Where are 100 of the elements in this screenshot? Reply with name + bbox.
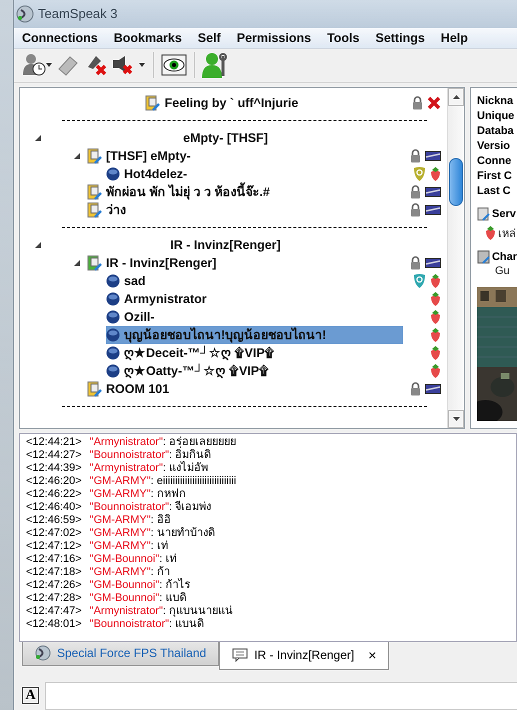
- strawberry-icon: [430, 166, 441, 181]
- info-label: Versio: [477, 138, 512, 154]
- section-heading: Serv: [492, 206, 516, 222]
- chat-message: <12:47:26> "GM-Bounnoi": ก้าไร: [26, 578, 192, 592]
- banner-icon: [425, 204, 441, 215]
- client-status-icon: [106, 166, 120, 181]
- client-row[interactable]: ღ★Oatty-™┘☆ღ ۩VIP۩: [106, 362, 403, 380]
- shield-icon: [413, 273, 426, 288]
- client-status-icon: [106, 346, 120, 360]
- client-status-icon: [106, 364, 120, 378]
- spacer-title[interactable]: eMpty- [THSF]: [183, 130, 268, 145]
- lock-icon: [410, 202, 421, 217]
- client-name[interactable]: sad: [124, 274, 146, 288]
- group-name: เหล่: [498, 226, 516, 242]
- section-heading: Char: [492, 250, 517, 265]
- client-name[interactable]: ღ★Deceit-™┘☆ღ ۩VIP۩: [124, 344, 275, 361]
- channel-name[interactable]: IR - Invinz[Renger]: [106, 256, 216, 270]
- window-title: TeamSpeak 3: [38, 6, 118, 22]
- client-status-icon: [106, 310, 120, 324]
- chat-message: <12:47:12> "GM-ARMY": เท่: [26, 540, 169, 553]
- channel-name[interactable]: Feeling by ` uff^Injurie: [164, 96, 298, 110]
- menu-item[interactable]: Tools: [319, 30, 368, 45]
- expand-arrow-icon[interactable]: [73, 258, 81, 267]
- text-format-button[interactable]: A: [22, 687, 39, 704]
- chat-tab[interactable]: IR - Invinz[Renger] ×: [219, 642, 390, 670]
- client-row[interactable]: ღ★Deceit-™┘☆ღ ۩VIP۩: [106, 344, 403, 362]
- channel-icon: [144, 94, 160, 111]
- expand-arrow-icon[interactable]: [34, 240, 42, 249]
- client-row[interactable]: Hot4delez-: [106, 164, 403, 183]
- lock-icon: [412, 96, 423, 110]
- menu-item[interactable]: Self: [190, 30, 229, 45]
- client-name[interactable]: ღ★Oatty-™┘☆ღ ۩VIP۩: [124, 362, 270, 379]
- shield-icon: [413, 166, 426, 182]
- strawberry-icon: [485, 226, 496, 240]
- chat-message: <12:46:59> "GM-ARMY": อิอิ: [26, 514, 172, 527]
- scrollbar[interactable]: [447, 88, 464, 428]
- lock-icon: [410, 148, 421, 163]
- group-name: Gu: [494, 264, 511, 277]
- spacer-title[interactable]: IR - Invinz[Renger]: [170, 238, 281, 252]
- chat-message: <12:47:47> "Armynistrator": กุแบนนายแน่: [26, 604, 234, 617]
- app-logo-icon: [16, 4, 34, 23]
- expand-arrow-icon[interactable]: [73, 152, 81, 160]
- chat-message: <12:47:28> "GM-Bounnoi": แบดิ: [26, 592, 188, 605]
- client-name[interactable]: Armynistrator: [124, 292, 207, 306]
- info-label: Databa: [477, 124, 515, 139]
- client-name[interactable]: Hot4delez-: [124, 166, 188, 181]
- channel-name[interactable]: พักผ่อน พัก ไม่ยุ่ ว ว ห้องนี้จ๊ะ.#: [106, 182, 270, 202]
- strawberry-icon: [430, 346, 441, 360]
- client-status-icon: [106, 292, 120, 306]
- cross-icon: [427, 96, 441, 110]
- banner-icon: [425, 258, 441, 268]
- identity-settings-button[interactable]: [202, 51, 228, 80]
- banner-icon: [425, 186, 441, 197]
- strawberry-icon: [430, 292, 441, 306]
- info-label: Last C: [477, 184, 512, 199]
- client-name[interactable]: Ozill-: [124, 310, 155, 324]
- chat-tab[interactable]: Special Force FPS Thailand: [22, 642, 220, 666]
- chat-message: <12:47:02> "GM-ARMY": นายทำบ้างดิ: [26, 526, 216, 540]
- banner-icon: [425, 150, 441, 161]
- chat-message: <12:46:22> "GM-ARMY": กหฟก: [26, 488, 187, 500]
- chat-message: <12:47:16> "GM-Bounnoi": เท่: [26, 552, 178, 566]
- chat-input[interactable]: [45, 682, 517, 710]
- lock-icon: [410, 382, 421, 396]
- channel-name[interactable]: [THSF] eMpty-: [106, 148, 191, 163]
- banner-icon: [425, 384, 441, 394]
- chat-message: <12:44:39> "Armynistrator": แงไม่อัพ: [26, 462, 210, 475]
- channel-name[interactable]: ROOM 101: [106, 382, 170, 396]
- scroll-up-icon[interactable]: [452, 94, 460, 99]
- scrollbar-thumb[interactable]: [449, 158, 463, 206]
- menu-item[interactable]: Connections: [14, 30, 106, 45]
- client-status-icon: [106, 274, 120, 288]
- chat-message: <12:46:40> "Bounnoistrator": จีเอมพ่ง: [26, 500, 212, 514]
- client-row[interactable]: Armynistrator: [106, 290, 403, 308]
- menu-item[interactable]: Bookmarks: [106, 30, 190, 45]
- expand-arrow-icon[interactable]: [34, 134, 42, 142]
- chat-message: <12:44:21> "Armynistrator": อร่อยเลยยยยย: [26, 436, 238, 448]
- client-row[interactable]: sad: [106, 272, 403, 290]
- channel-name[interactable]: ว่าง: [106, 200, 126, 220]
- strawberry-icon: [430, 310, 441, 324]
- menu-item[interactable]: Settings: [367, 30, 433, 45]
- menu-item[interactable]: Help: [432, 30, 476, 45]
- chat-message: <12:48:01> "Bounnoistrator": แบนดิ: [26, 618, 204, 631]
- chat-message: <12:44:27> "Bounnoistrator": อิ่มกินดิ: [26, 448, 212, 461]
- strawberry-icon: [430, 274, 441, 288]
- info-label: First C: [477, 168, 513, 184]
- server-group-icon: [477, 207, 490, 222]
- menu-item[interactable]: Permissions: [228, 30, 320, 45]
- scroll-down-icon[interactable]: [452, 416, 460, 421]
- client-row[interactable]: Ozill-: [106, 308, 403, 326]
- client-name[interactable]: บุญน้อยชอบไถนา!บุญน้อยชอบไถนา!: [124, 324, 326, 345]
- info-label: Conne: [477, 154, 512, 169]
- info-label: Nickna: [477, 94, 514, 109]
- lock-icon: [410, 184, 421, 199]
- channel-group-icon: [477, 250, 490, 264]
- strawberry-icon: [430, 328, 441, 342]
- chat-message: <12:47:18> "GM-ARMY": ก้า: [26, 566, 171, 578]
- client-row[interactable]: บุญน้อยชอบไถนา!บุญน้อยชอบไถนา!: [106, 326, 403, 344]
- close-tab-icon[interactable]: ×: [368, 647, 376, 664]
- chat-bubble-icon: [232, 648, 248, 662]
- strawberry-icon: [430, 364, 441, 378]
